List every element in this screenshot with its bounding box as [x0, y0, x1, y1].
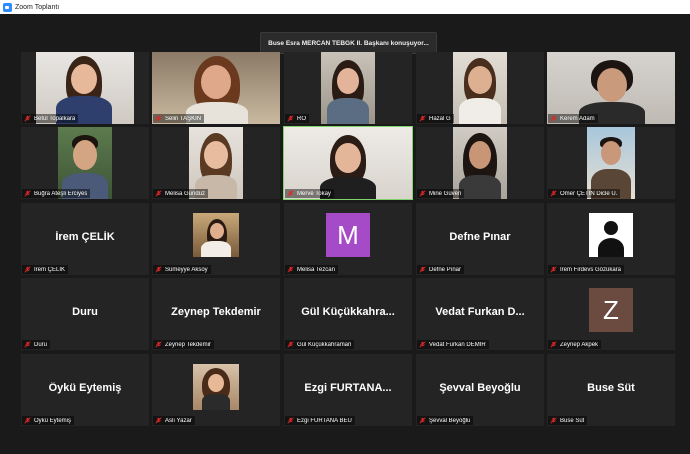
participant-name: Aslı Yazar — [165, 417, 192, 424]
participant-tile[interactable]: Z Zeynep Akpek — [547, 278, 675, 350]
participant-tile[interactable]: Şevval Beyoğlu Şevval Beyoğlu — [416, 354, 544, 426]
muted-mic-icon — [155, 115, 162, 122]
participant-display-name: Ezgi FURTANA... — [304, 382, 392, 394]
video-feed — [453, 52, 507, 124]
participant-tile[interactable]: Mine Güven — [416, 127, 544, 199]
participant-name: İrem ÇELİK — [34, 266, 66, 273]
participant-name: RÖ — [297, 115, 306, 122]
muted-mic-icon — [550, 190, 557, 197]
participant-display-name: İrem ÇELİK — [55, 231, 115, 243]
zoom-app-icon — [3, 2, 12, 12]
participant-tile-active-speaker[interactable]: Merve Tokay — [283, 126, 413, 200]
default-avatar-icon — [589, 213, 633, 257]
participant-tile[interactable]: Aslı Yazar — [152, 354, 280, 426]
muted-mic-icon — [419, 341, 426, 348]
muted-mic-icon — [419, 266, 426, 273]
participant-tile[interactable]: Buse Süt Buse Süt — [547, 354, 675, 426]
participant-name: Zeynep Akpek — [560, 341, 599, 348]
participant-display-name: Duru — [72, 306, 98, 318]
participant-name: Buğra Ateşli Erciyes — [34, 190, 88, 197]
participant-tile[interactable]: Öykü Eytemiş Öykü Eytemiş — [21, 354, 149, 426]
participant-tile[interactable]: Gül Küçükkahra... Gül Küçükkahraman — [284, 278, 412, 350]
participant-name: Gül Küçükkahraman — [297, 341, 352, 348]
muted-mic-icon — [155, 190, 162, 197]
participant-name: Şevval Beyoğlu — [429, 417, 471, 424]
participant-tile[interactable]: Buğra Ateşli Erciyes — [21, 127, 149, 199]
participant-name: Ömer ÇETİN Dicle Ü. — [560, 190, 618, 197]
muted-mic-icon — [24, 417, 31, 424]
participant-display-name: Defne Pınar — [449, 231, 511, 243]
participant-tile[interactable]: RÖ — [284, 52, 412, 124]
participant-name: Kerem Adam — [560, 115, 595, 122]
participant-name: Buse Süt — [560, 417, 585, 424]
participant-tile[interactable]: Sümeyye Aksoy — [152, 203, 280, 275]
video-feed — [321, 52, 375, 124]
participant-display-name: Öykü Eytemiş — [48, 382, 122, 394]
participant-display-name: Vedat Furkan D... — [435, 306, 525, 318]
participant-name: Duru — [34, 341, 48, 348]
participant-tile[interactable]: İrem Firdevs Gözükara — [547, 203, 675, 275]
muted-mic-icon — [550, 115, 557, 122]
participant-name: Melisa Gündüz — [165, 190, 206, 197]
gallery-view: Buse Esra MERCAN TEBGK II. Başkanı konuş… — [0, 14, 690, 454]
participant-name: Hazal G — [429, 115, 451, 122]
participant-tile[interactable]: Melisa Gündüz — [152, 127, 280, 199]
participant-tile[interactable]: Zeynep Tekdemir Zeynep Tekdemir — [152, 278, 280, 350]
profile-photo — [193, 213, 239, 257]
participant-name: Zeynep Tekdemir — [165, 341, 211, 348]
participant-tile[interactable]: İrem ÇELİK İrem ÇELİK — [21, 203, 149, 275]
participant-name: Melisa Tezcan — [297, 266, 335, 273]
participant-name: Öykü Eytemiş — [34, 417, 72, 424]
participant-tile[interactable]: Ömer ÇETİN Dicle Ü. — [547, 127, 675, 199]
participant-tile[interactable]: Betül Topalkara — [21, 52, 149, 124]
participant-tile[interactable]: Kerem Adam — [547, 52, 675, 124]
participant-display-name: Buse Süt — [587, 382, 635, 394]
participant-tile[interactable]: Defne Pınar Defne Pınar — [416, 203, 544, 275]
participant-name: Sümeyye Aksoy — [165, 266, 208, 273]
participant-name: Defne Pınar — [429, 266, 462, 273]
muted-mic-icon — [550, 266, 557, 273]
participant-tile[interactable]: Hazal G — [416, 52, 544, 124]
muted-mic-icon — [419, 417, 426, 424]
participant-name: Merve Tokay — [297, 190, 331, 197]
muted-mic-icon — [155, 341, 162, 348]
profile-photo — [193, 364, 239, 410]
participant-name: Selin TAŞKIN — [165, 115, 202, 122]
participant-name: Ezgi FURTANA BEU — [297, 417, 352, 424]
muted-mic-icon — [155, 266, 162, 273]
participant-display-name: Zeynep Tekdemir — [171, 306, 261, 318]
muted-mic-icon — [287, 190, 294, 197]
muted-mic-icon — [24, 266, 31, 273]
participant-tile[interactable]: Vedat Furkan D... Vedat Furkan DEMİR — [416, 278, 544, 350]
avatar: M — [326, 213, 370, 257]
participant-tile[interactable]: Ezgi FURTANA... Ezgi FURTANA BEU — [284, 354, 412, 426]
muted-mic-icon — [550, 417, 557, 424]
muted-mic-icon — [287, 341, 294, 348]
muted-mic-icon — [24, 115, 31, 122]
active-speaker-banner: Buse Esra MERCAN TEBGK II. Başkanı konuş… — [260, 32, 437, 54]
participant-display-name: Gül Küçükkahra... — [301, 306, 395, 318]
muted-mic-icon — [287, 417, 294, 424]
window-titlebar[interactable]: Zoom Toplantı — [0, 0, 690, 14]
avatar: Z — [589, 288, 633, 332]
muted-mic-icon — [287, 115, 294, 122]
participant-tile[interactable]: Duru Duru — [21, 278, 149, 350]
participant-display-name: Şevval Beyoğlu — [439, 382, 521, 394]
participant-name: İrem Firdevs Gözükara — [560, 266, 622, 273]
muted-mic-icon — [287, 266, 294, 273]
muted-mic-icon — [419, 190, 426, 197]
window-title: Zoom Toplantı — [15, 3, 60, 11]
participant-name: Vedat Furkan DEMİR — [429, 341, 486, 348]
participant-tile[interactable]: M Melisa Tezcan — [284, 203, 412, 275]
muted-mic-icon — [550, 341, 557, 348]
participant-name: Mine Güven — [429, 190, 462, 197]
muted-mic-icon — [24, 341, 31, 348]
participant-tile[interactable]: Selin TAŞKIN — [152, 52, 280, 124]
muted-mic-icon — [419, 115, 426, 122]
participant-name: Betül Topalkara — [34, 115, 76, 122]
muted-mic-icon — [24, 190, 31, 197]
muted-mic-icon — [155, 417, 162, 424]
